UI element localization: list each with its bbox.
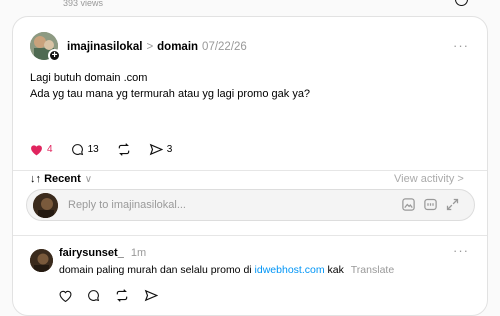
comment-actions xyxy=(59,289,173,307)
repost-icon xyxy=(118,143,129,156)
divider xyxy=(13,235,487,236)
reply-tools xyxy=(401,197,467,217)
avatar xyxy=(33,193,58,218)
share-button[interactable] xyxy=(144,289,159,307)
post-card: + imajinasilokal > domain 07/22/26 ··· Lagi… xyxy=(12,16,488,316)
reply-input[interactable]: Reply to imajinasilokal... xyxy=(68,199,186,211)
repost-button[interactable] xyxy=(117,143,131,156)
comment-button[interactable]: 13 xyxy=(71,143,99,156)
comment-header: fairysunset_ 1m xyxy=(59,247,146,259)
post-text-line-1: Lagi butuh domain .com xyxy=(30,72,148,84)
share-count: 3 xyxy=(166,144,173,155)
more-options-icon[interactable]: ··· xyxy=(453,243,469,258)
image-icon[interactable] xyxy=(401,197,416,217)
comment-text-part: domain paling murah dan selalu promo di xyxy=(59,264,255,276)
sort-dropdown[interactable]: ↓↑ Recent ∨ xyxy=(30,173,92,185)
comment-icon xyxy=(88,290,100,302)
post-author[interactable]: imajinasilokal xyxy=(67,41,142,53)
heart-icon xyxy=(59,290,72,303)
comment-button[interactable] xyxy=(87,289,100,307)
send-icon xyxy=(149,143,163,156)
sort-arrows-icon: ↓↑ xyxy=(30,173,41,185)
like-count: 4 xyxy=(47,144,53,155)
comment-time: 1m xyxy=(130,247,147,259)
follow-plus-icon[interactable]: + xyxy=(48,49,61,62)
circle-icon[interactable] xyxy=(455,0,468,6)
send-icon xyxy=(144,289,159,302)
view-activity-link[interactable]: View activity > xyxy=(394,173,464,185)
view-count: 393 views xyxy=(63,0,104,8)
repost-icon xyxy=(116,289,128,302)
heart-filled-icon xyxy=(31,144,42,155)
comment-count: 13 xyxy=(87,144,99,155)
sort-label: Recent xyxy=(44,173,81,185)
post-text-line-2: Ada yg tau mana yg termurah atau yg lagi… xyxy=(30,88,311,100)
translate-link[interactable]: Translate xyxy=(351,264,394,276)
divider xyxy=(13,170,487,171)
post-date: 07/22/26 xyxy=(202,41,247,53)
expand-icon[interactable] xyxy=(445,197,460,217)
like-button[interactable]: 4 xyxy=(30,144,53,156)
post-actions: 4 13 3 xyxy=(30,143,190,156)
post-header: imajinasilokal > domain 07/22/26 xyxy=(67,41,247,53)
share-button[interactable]: 3 xyxy=(149,143,173,156)
comment-icon xyxy=(71,144,83,156)
reply-box[interactable]: Reply to imajinasilokal... xyxy=(26,189,475,221)
comment-text: domain paling murah dan selalu promo di … xyxy=(59,264,394,276)
repost-button[interactable] xyxy=(115,289,129,307)
community-name[interactable]: domain xyxy=(157,41,198,53)
chevron-right-icon: > xyxy=(146,41,154,53)
gif-icon[interactable] xyxy=(423,197,438,217)
comment-link[interactable]: idwebhost.com xyxy=(255,264,325,276)
like-button[interactable] xyxy=(59,289,72,307)
comment-author[interactable]: fairysunset_ xyxy=(59,247,124,259)
chevron-down-icon: ∨ xyxy=(84,173,93,185)
comment-text-part: kak xyxy=(324,264,344,276)
avatar[interactable] xyxy=(30,249,53,272)
more-options-icon[interactable]: ··· xyxy=(453,38,469,53)
top-strip: 393 views xyxy=(0,0,500,16)
